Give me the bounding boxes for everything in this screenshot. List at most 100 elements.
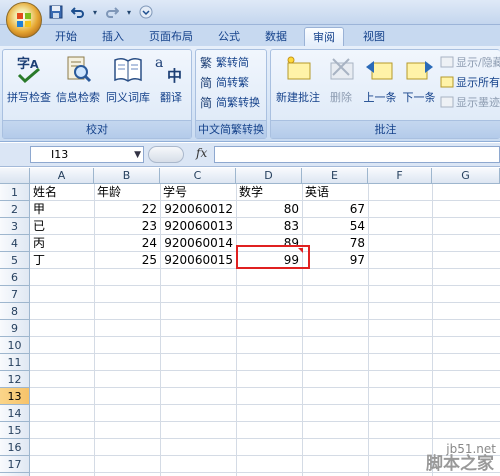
quick-access-toolbar: ▾ ▾: [48, 4, 154, 20]
translate-button[interactable]: a 中 翻译: [154, 53, 188, 107]
customize-qat-icon[interactable]: [138, 4, 154, 20]
worksheet-grid[interactable]: A B C D E F G 1 2 3 4 5 6 7 8 9 10 11 12…: [0, 168, 500, 476]
svg-text:简: 简: [200, 96, 212, 109]
watermark-text: 脚本之家: [426, 454, 494, 474]
name-box[interactable]: I13 ▼: [30, 146, 144, 163]
column-header-d[interactable]: D: [236, 168, 302, 184]
cell-c5[interactable]: 920060015: [161, 252, 236, 269]
trad-to-simp-label: 繁转简: [216, 56, 249, 69]
tab-view[interactable]: 视图: [356, 27, 392, 46]
undo-dropdown-icon[interactable]: ▾: [92, 4, 98, 20]
office-logo-icon: [17, 13, 31, 27]
cell-e5[interactable]: 97: [303, 252, 368, 269]
research-button[interactable]: 信息检索: [55, 53, 101, 107]
row-header-9[interactable]: 9: [0, 320, 30, 337]
tab-data[interactable]: 数据: [258, 27, 294, 46]
row-header-15[interactable]: 15: [0, 422, 30, 439]
save-icon[interactable]: [48, 4, 64, 20]
grid-line: [30, 438, 500, 439]
row-header-3[interactable]: 3: [0, 218, 30, 235]
proofing-group-label: 校对: [3, 120, 191, 138]
show-hide-comment-button[interactable]: 显示/隐藏: [440, 54, 500, 71]
cell-e2[interactable]: 67: [303, 201, 368, 218]
cell-c1[interactable]: 学号: [161, 184, 236, 201]
spelling-check-button[interactable]: 字 A 拼写检查: [6, 53, 52, 107]
function-area: fx: [146, 146, 212, 163]
cell-c4[interactable]: 920060014: [161, 235, 236, 252]
row-header-17[interactable]: 17: [0, 456, 30, 473]
cell-e4[interactable]: 78: [303, 235, 368, 252]
office-button[interactable]: [6, 2, 42, 38]
tab-home[interactable]: 开始: [48, 27, 84, 46]
cell-d3[interactable]: 83: [237, 218, 302, 235]
row-header-11[interactable]: 11: [0, 354, 30, 371]
row-header-16[interactable]: 16: [0, 439, 30, 456]
row-header-12[interactable]: 12: [0, 371, 30, 388]
thesaurus-icon: [114, 57, 142, 82]
row-header-4[interactable]: 4: [0, 235, 30, 252]
column-header-f[interactable]: F: [368, 168, 432, 184]
svg-text:a: a: [155, 55, 163, 71]
cell-a4[interactable]: 丙: [31, 235, 94, 252]
row-header-8[interactable]: 8: [0, 303, 30, 320]
trad-to-simp-button[interactable]: 繁繁转简: [200, 54, 249, 71]
cell-b3[interactable]: 23: [95, 218, 160, 235]
row-header-10[interactable]: 10: [0, 337, 30, 354]
cell-b5[interactable]: 25: [95, 252, 160, 269]
cell-a5[interactable]: 丁: [31, 252, 94, 269]
tab-page-layout[interactable]: 页面布局: [146, 27, 196, 46]
next-comment-button[interactable]: 下一条: [401, 53, 437, 107]
grid-line: [30, 370, 500, 371]
cell-b2[interactable]: 22: [95, 201, 160, 218]
select-all-corner[interactable]: [0, 168, 30, 184]
show-all-comments-label: 显示所有: [456, 76, 500, 89]
tab-insert[interactable]: 插入: [95, 27, 131, 46]
row-header-5[interactable]: 5: [0, 252, 30, 269]
new-comment-icon: [287, 56, 311, 80]
row-header-7[interactable]: 7: [0, 286, 30, 303]
new-comment-button[interactable]: 新建批注: [275, 53, 321, 107]
cell-a2[interactable]: 甲: [31, 201, 94, 218]
cell-b1[interactable]: 年龄: [95, 184, 160, 201]
tab-review[interactable]: 审阅: [304, 27, 344, 46]
row-header-1[interactable]: 1: [0, 184, 30, 201]
column-header-a[interactable]: A: [30, 168, 94, 184]
simp-trad-convert-button[interactable]: 简简繁转换: [200, 94, 260, 111]
column-header-b[interactable]: B: [94, 168, 160, 184]
cell-e3[interactable]: 54: [303, 218, 368, 235]
tab-formulas[interactable]: 公式: [211, 27, 247, 46]
formula-controls[interactable]: [148, 146, 184, 163]
row-header-2[interactable]: 2: [0, 201, 30, 218]
cell-b4[interactable]: 24: [95, 235, 160, 252]
formula-input[interactable]: [214, 146, 500, 163]
undo-icon[interactable]: [70, 4, 86, 20]
row-header-14[interactable]: 14: [0, 405, 30, 422]
cell-c3[interactable]: 920060013: [161, 218, 236, 235]
show-ink-label: 显示墨迹: [456, 96, 500, 109]
insert-function-icon[interactable]: fx: [196, 146, 207, 160]
cell-a1[interactable]: 姓名: [31, 184, 94, 201]
column-header-g[interactable]: G: [432, 168, 500, 184]
previous-comment-button[interactable]: 上一条: [361, 53, 399, 107]
translate-label: 翻译: [160, 91, 182, 104]
cell-c2[interactable]: 920060012: [161, 201, 236, 218]
cell-d1[interactable]: 数学: [237, 184, 302, 201]
show-ink-button[interactable]: 显示墨迹: [440, 94, 500, 111]
name-box-dropdown-icon[interactable]: ▼: [134, 148, 141, 163]
column-header-e[interactable]: E: [302, 168, 368, 184]
row-header-13[interactable]: 13: [0, 388, 30, 405]
cell-d2[interactable]: 80: [237, 201, 302, 218]
cell-a3[interactable]: 已: [31, 218, 94, 235]
show-all-comments-button[interactable]: 显示所有: [440, 74, 500, 91]
simp-to-trad-label: 简转繁: [216, 76, 249, 89]
column-header-c[interactable]: C: [160, 168, 236, 184]
next-comment-icon: [406, 61, 433, 80]
redo-dropdown-icon[interactable]: ▾: [126, 4, 132, 20]
redo-icon[interactable]: [104, 4, 120, 20]
grid-line: [432, 184, 433, 476]
delete-comment-button[interactable]: 删除: [325, 53, 357, 107]
row-header-6[interactable]: 6: [0, 269, 30, 286]
cell-e1[interactable]: 英语: [303, 184, 368, 201]
simp-to-trad-button[interactable]: 简简转繁: [200, 74, 249, 91]
thesaurus-button[interactable]: 同义词库: [104, 53, 152, 107]
